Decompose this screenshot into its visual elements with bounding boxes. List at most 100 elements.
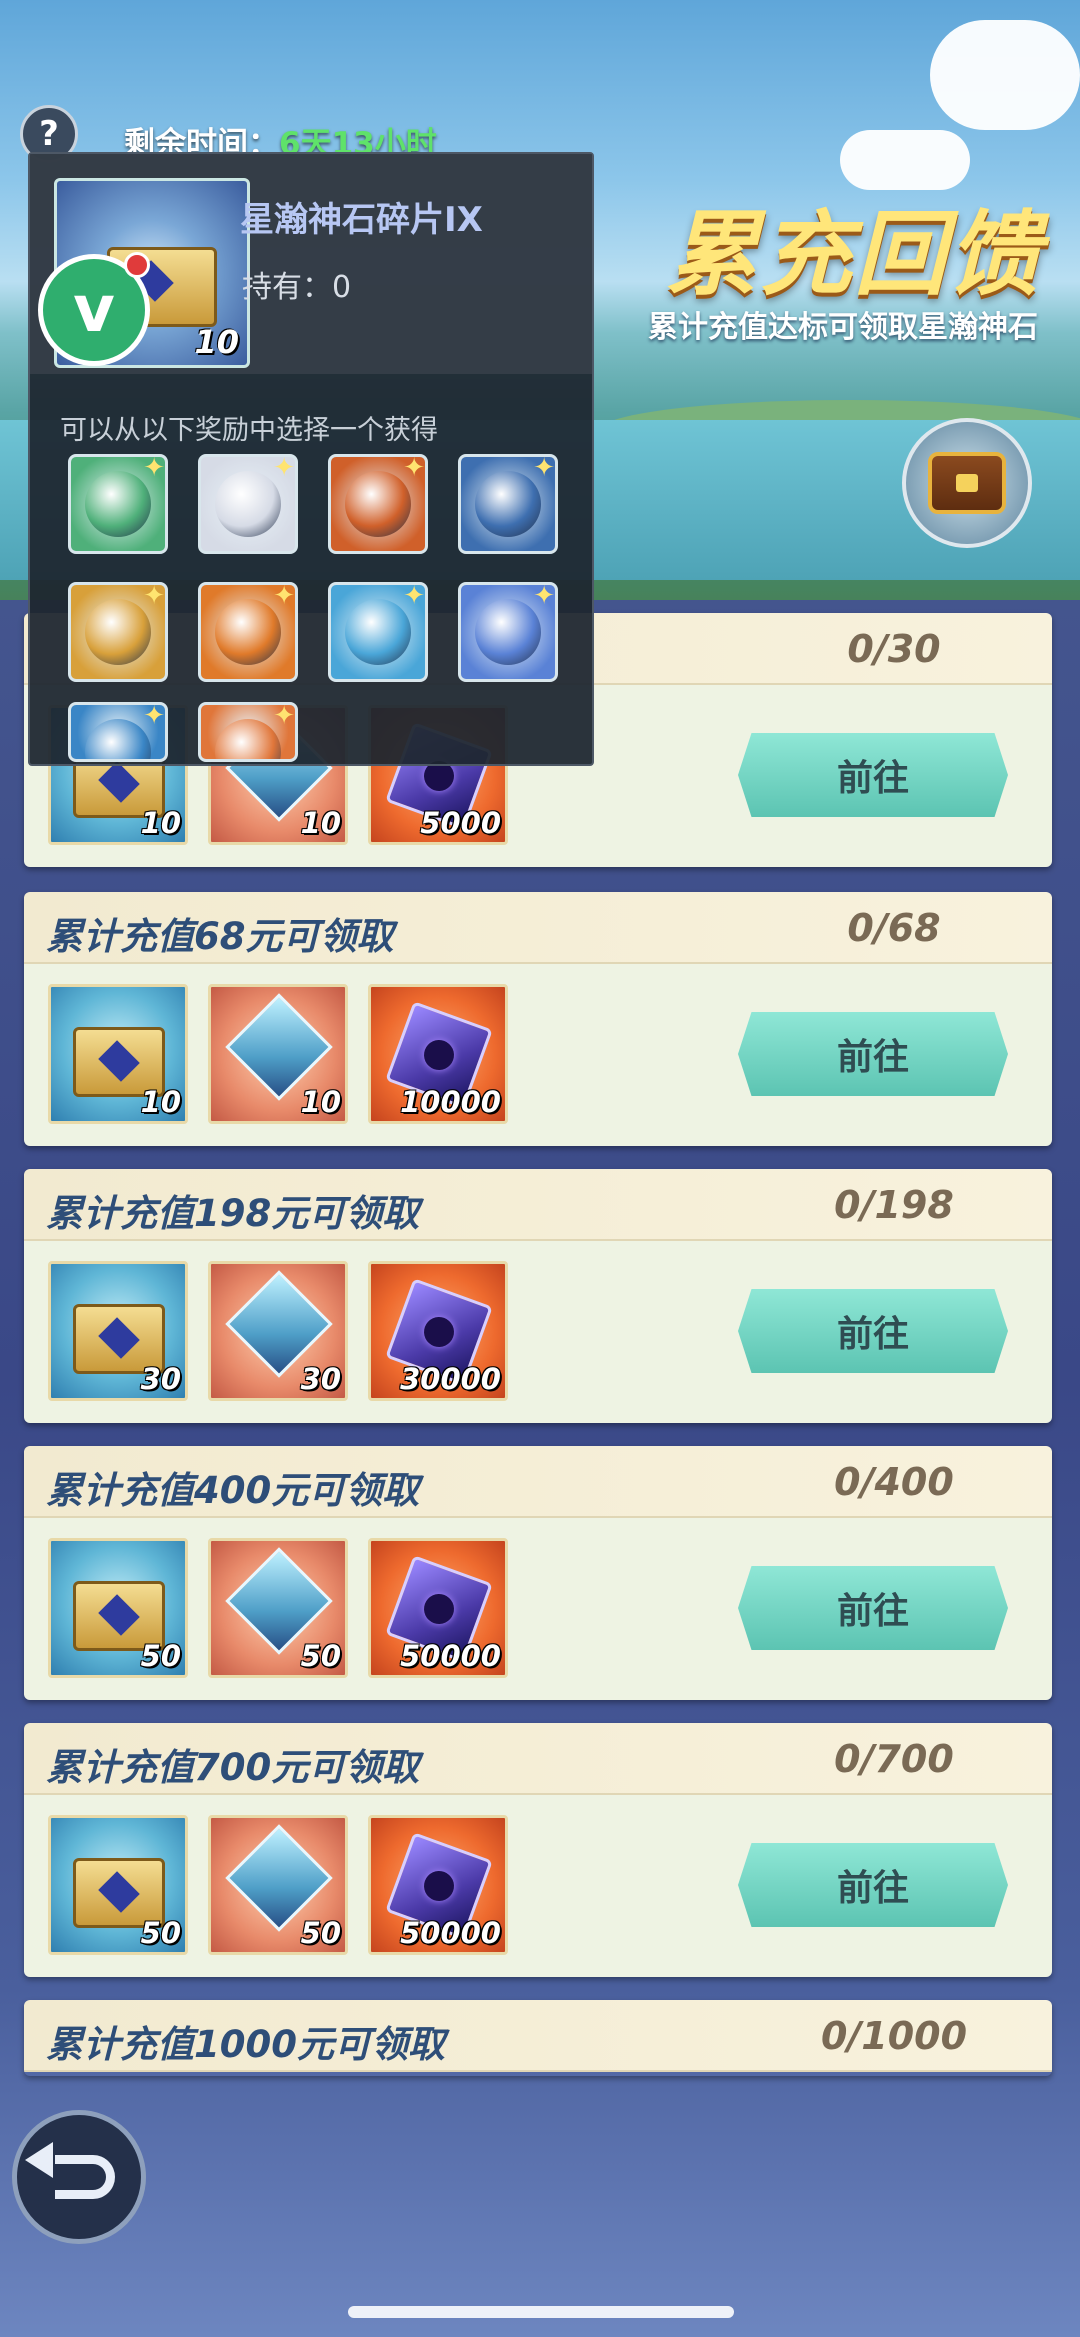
help-icon: ? <box>39 114 59 154</box>
item-count: 50 <box>140 1916 181 1950</box>
tier-rewards: 50 50 50000 前往 <box>24 1795 1052 1977</box>
reward-item-cube[interactable]: 50000 <box>368 1815 508 1955</box>
goto-button[interactable]: 前往 <box>738 1012 1008 1096</box>
tier-header: 累计充值68元可领取 0/68 <box>24 892 1052 964</box>
star-badge-icon: ✦ <box>143 454 165 483</box>
sun-orb-icon <box>215 599 281 665</box>
star-badge-icon: ✦ <box>273 454 295 483</box>
tier-header: 累计充值700元可领取 0/700 <box>24 1723 1052 1795</box>
tier-label: 累计充值400元可领取 <box>46 1469 420 1512</box>
reward-tier-row: 累计充值700元可领取 0/700 50 50 50000 前往 <box>24 1723 1052 1977</box>
reward-item-cube[interactable]: 50000 <box>368 1538 508 1678</box>
back-arrow-icon <box>25 2142 115 2199</box>
green-ring-icon <box>85 471 151 537</box>
goto-button[interactable]: 前往 <box>738 733 1008 817</box>
star-badge-icon: ✦ <box>273 702 295 731</box>
item-count: 10 <box>300 1085 341 1119</box>
item-count: 50 <box>300 1639 341 1673</box>
item-count: 10000 <box>400 1085 501 1119</box>
blue-eye-icon <box>345 599 411 665</box>
star-badge-icon: ✦ <box>273 582 295 611</box>
popup-item-name: 星瀚神石碎片IX <box>240 200 483 240</box>
tier-progress: 0/30 <box>847 627 941 671</box>
fire-skull-icon <box>345 471 411 537</box>
reward-option-4[interactable]: ✦ <box>458 454 558 554</box>
star-badge-icon: ✦ <box>143 702 165 731</box>
reward-item-chest[interactable]: 30 <box>48 1261 188 1401</box>
orange-orb-icon <box>215 719 281 759</box>
tier-header: 累计充值1000元可领取 0/1000 <box>24 2000 1052 2072</box>
item-count: 50 <box>140 1639 181 1673</box>
tier-label: 累计充值1000元可领取 <box>46 2023 445 2066</box>
item-count: 30 <box>140 1362 181 1396</box>
blue-swirl-icon <box>85 719 151 759</box>
reward-item-crystal[interactable]: 50 <box>208 1815 348 1955</box>
goto-button[interactable]: 前往 <box>738 1843 1008 1927</box>
item-count: 10 <box>300 806 341 840</box>
tier-label: 累计充值198元可领取 <box>46 1192 420 1235</box>
item-count: 5000 <box>420 806 501 840</box>
reward-option-3[interactable]: ✦ <box>328 454 428 554</box>
star-badge-icon: ✦ <box>403 454 425 483</box>
reward-tier-row: 累计充值400元可领取 0/400 50 50 50000 前往 <box>24 1446 1052 1700</box>
reward-option-1[interactable]: ✦ <box>68 454 168 554</box>
star-badge-icon: ✦ <box>533 454 555 483</box>
reward-item-crystal[interactable]: 10 <box>208 984 348 1124</box>
tier-progress: 0/198 <box>834 1183 954 1227</box>
reward-item-cube[interactable]: 30000 <box>368 1261 508 1401</box>
reward-option-9[interactable]: ✦ <box>68 702 168 762</box>
home-indicator[interactable] <box>348 2306 734 2318</box>
reward-option-10[interactable]: ✦ <box>198 702 298 762</box>
item-detail-popup: 10 v 星瀚神石碎片IX 持有：0 可以从以下奖励中选择一个获得 ✦ ✦ ✦ ✦ ✦ ✦… <box>28 152 594 766</box>
item-count: 30000 <box>400 1362 501 1396</box>
treasure-chest-button[interactable] <box>902 418 1032 548</box>
item-count: 50 <box>300 1916 341 1950</box>
back-button[interactable] <box>12 2110 146 2244</box>
reward-tier-row: 累计充值1000元可领取 0/1000 <box>24 2000 1052 2076</box>
goto-button[interactable]: 前往 <box>738 1566 1008 1650</box>
reward-option-6[interactable]: ✦ <box>198 582 298 682</box>
popup-item-count: 10 <box>194 323 239 361</box>
item-count: 10 <box>140 1085 181 1119</box>
treasure-chest-icon <box>928 452 1006 514</box>
notification-dot <box>124 252 150 278</box>
popup-description: 可以从以下奖励中选择一个获得 <box>60 415 438 446</box>
reward-item-chest[interactable]: 50 <box>48 1815 188 1955</box>
star-badge-icon: ✦ <box>143 582 165 611</box>
reward-item-cube[interactable]: 10000 <box>368 984 508 1124</box>
reward-option-8[interactable]: ✦ <box>458 582 558 682</box>
tier-rewards: 10 10 10000 前往 <box>24 964 1052 1146</box>
reward-tier-row: 累计充值68元可领取 0/68 10 10 10000 前往 <box>24 892 1052 1146</box>
cloud <box>930 20 1080 130</box>
reward-option-7[interactable]: ✦ <box>328 582 428 682</box>
tier-progress: 0/68 <box>847 906 941 950</box>
star-badge-icon: ✦ <box>403 582 425 611</box>
event-title: 累充回馈 <box>665 201 1042 308</box>
reward-item-chest[interactable]: 50 <box>48 1538 188 1678</box>
tier-rewards: 50 50 50000 前往 <box>24 1518 1052 1700</box>
item-count: 30 <box>300 1362 341 1396</box>
tier-rewards: 30 30 30000 前往 <box>24 1241 1052 1423</box>
reward-item-chest[interactable]: 10 <box>48 984 188 1124</box>
tier-progress: 0/1000 <box>820 2014 968 2058</box>
tier-header: 累计充值400元可领取 0/400 <box>24 1446 1052 1518</box>
popup-owned-count: 持有：0 <box>242 270 352 305</box>
item-count: 50000 <box>400 1916 501 1950</box>
reward-item-crystal[interactable]: 30 <box>208 1261 348 1401</box>
tier-progress: 0/400 <box>834 1460 954 1504</box>
tier-label: 累计充值700元可领取 <box>46 1746 420 1789</box>
blue-ring-icon <box>475 471 541 537</box>
tier-header: 累计充值198元可领取 0/198 <box>24 1169 1052 1241</box>
reward-option-2[interactable]: ✦ <box>198 454 298 554</box>
white-orb-icon <box>215 471 281 537</box>
gold-moon-icon <box>85 599 151 665</box>
reward-option-5[interactable]: ✦ <box>68 582 168 682</box>
item-count: 10 <box>140 806 181 840</box>
goto-button[interactable]: 前往 <box>738 1289 1008 1373</box>
item-count: 50000 <box>400 1639 501 1673</box>
event-subtitle: 累计充值达标可领取星瀚神石 <box>648 310 1038 345</box>
reward-tier-row: 累计充值198元可领取 0/198 30 30 30000 前往 <box>24 1169 1052 1423</box>
reward-item-crystal[interactable]: 50 <box>208 1538 348 1678</box>
star-badge-icon: ✦ <box>533 582 555 611</box>
tier-progress: 0/700 <box>834 1737 954 1781</box>
